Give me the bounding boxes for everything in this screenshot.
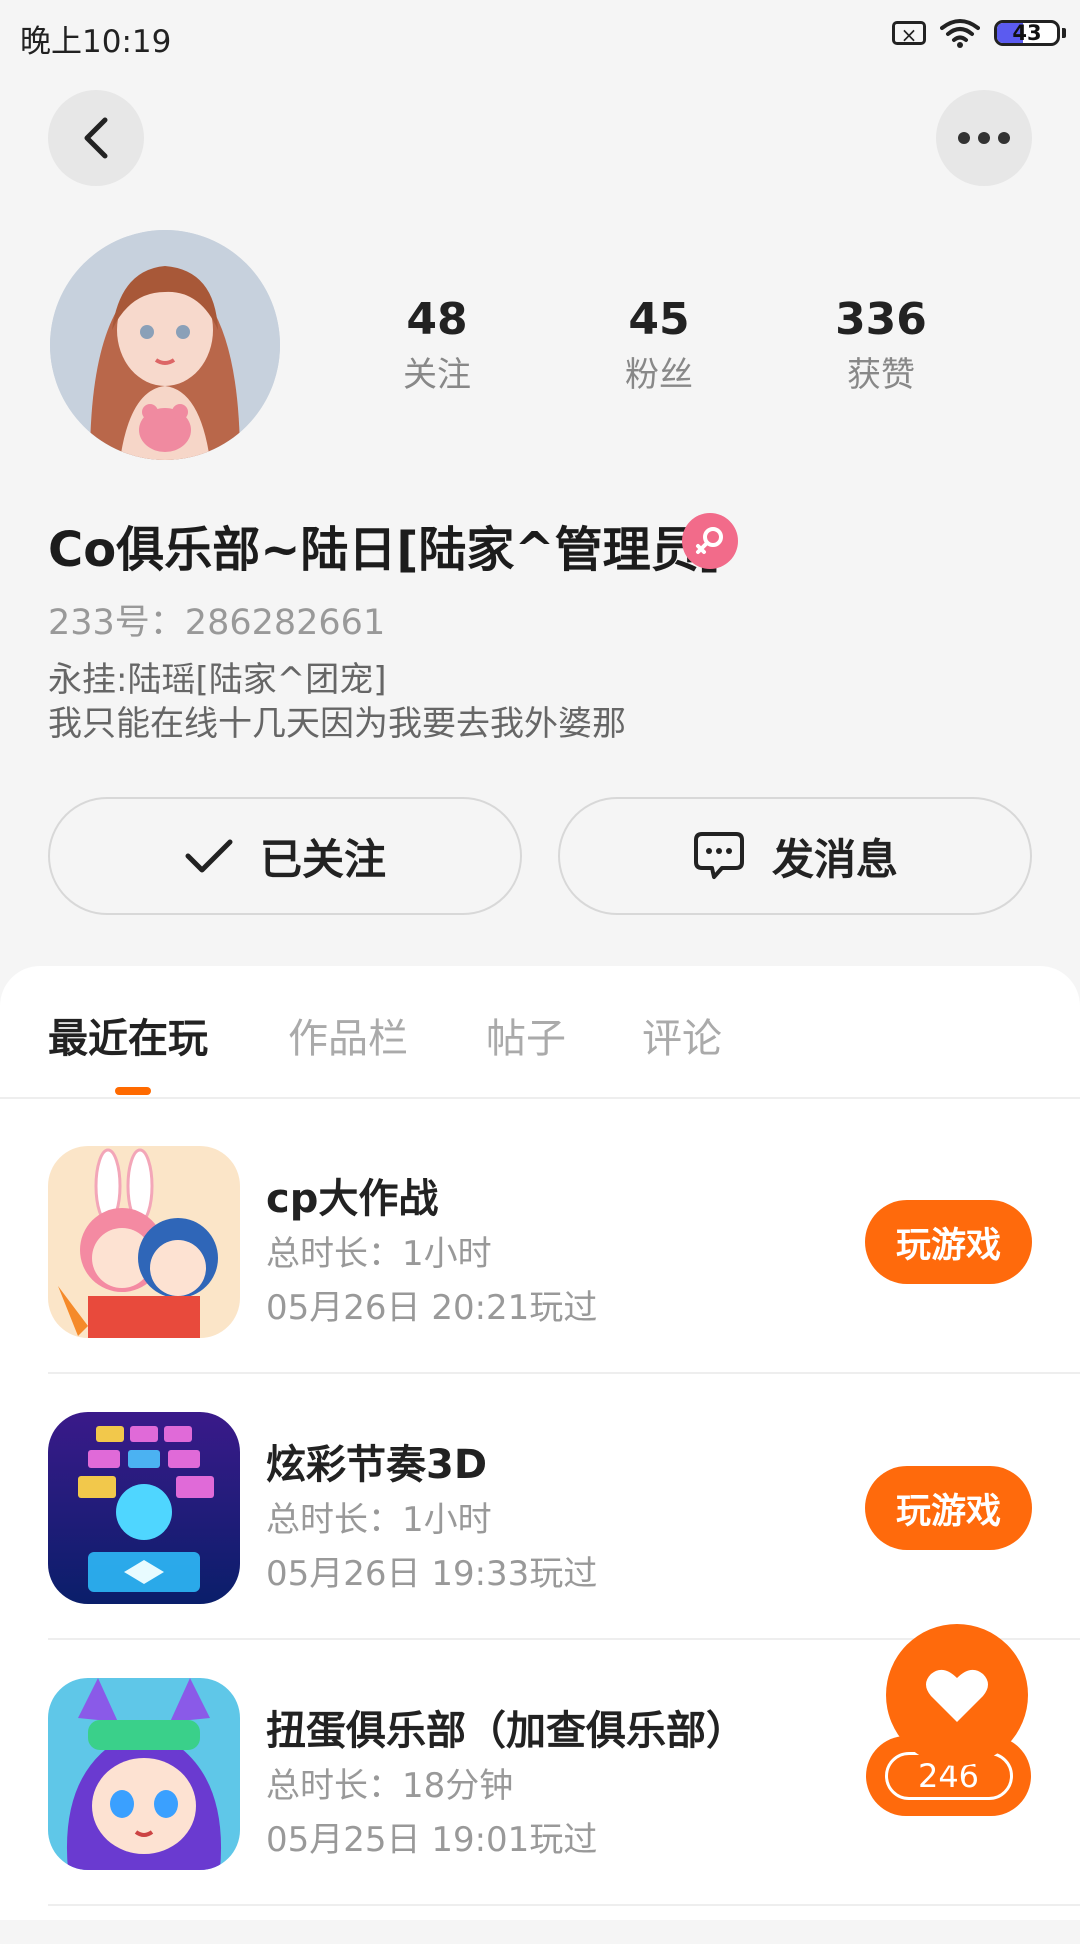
stat-label: 粉丝 <box>625 355 693 395</box>
game-last-played: 05月26日 19:33玩过 <box>266 1554 598 1594</box>
game-title: cp大作战 <box>266 1176 439 1222</box>
like-button[interactable] <box>886 1624 1028 1766</box>
play-game-button[interactable]: 玩游戏 <box>865 1466 1032 1550</box>
game-title: 炫彩节奏3D <box>266 1442 488 1488</box>
wifi-icon <box>940 19 980 48</box>
heart-icon <box>926 1669 988 1722</box>
stat-following[interactable]: 48 关注 <box>337 290 537 400</box>
more-button[interactable] <box>936 90 1032 186</box>
bio-line: 我只能在线十几天因为我要去我外婆那 <box>48 704 626 744</box>
cp-game-icon <box>48 1146 240 1338</box>
profile-name: Co俱乐部~陆日[陆家^管理员] <box>48 522 721 578</box>
tab-divider <box>0 1097 1080 1099</box>
game-last-played: 05月25日 19:01玩过 <box>266 1820 598 1860</box>
chevron-left-icon <box>84 117 108 159</box>
tab-comments[interactable]: 评论 <box>642 1006 722 1064</box>
game-last-played: 05月26日 20:21玩过 <box>266 1288 598 1328</box>
game-title: 扭蛋俱乐部（加查俱乐部） <box>266 1708 746 1754</box>
check-icon <box>185 839 233 873</box>
stat-value: 336 <box>835 294 927 345</box>
game-duration: 总时长：1小时 <box>266 1500 492 1540</box>
followed-button[interactable]: 已关注 <box>48 797 522 915</box>
stat-likes[interactable]: 336 获赞 <box>781 290 981 400</box>
rhythm-game-icon <box>48 1412 240 1604</box>
row-divider <box>48 1372 1080 1374</box>
stat-label: 获赞 <box>847 355 915 395</box>
bio: 永挂:陆瑶[陆家^团宠] 我只能在线十几天因为我要去我外婆那 <box>48 658 626 746</box>
followed-label: 已关注 <box>259 834 386 884</box>
game-row[interactable]: cp大作战 总时长：1小时 05月26日 20:21玩过 玩游戏 <box>0 1146 1080 1412</box>
game-duration: 总时长：1小时 <box>266 1234 492 1274</box>
play-game-button[interactable]: 玩游戏 <box>865 1200 1032 1284</box>
back-button[interactable] <box>48 90 144 186</box>
status-icons: × 43 <box>892 18 1066 48</box>
tab-works[interactable]: 作品栏 <box>288 1006 408 1064</box>
bio-line: 永挂:陆瑶[陆家^团宠] <box>48 660 387 700</box>
active-tab-indicator <box>115 1087 151 1095</box>
tab-recent-play[interactable]: 最近在玩 <box>48 1006 208 1064</box>
stat-value: 48 <box>406 294 468 345</box>
avatar-illustration <box>50 230 280 460</box>
chat-bubble-icon <box>693 832 744 879</box>
game-duration: 总时长：18分钟 <box>266 1766 514 1806</box>
female-icon <box>682 513 738 569</box>
no-sim-icon: × <box>892 21 926 46</box>
send-message-button[interactable]: 发消息 <box>558 797 1032 915</box>
tab-posts[interactable]: 帖子 <box>486 1006 566 1064</box>
stat-label: 关注 <box>403 355 471 395</box>
stat-followers[interactable]: 45 粉丝 <box>559 290 759 400</box>
battery-level: 43 <box>1012 21 1042 45</box>
send-message-label: 发消息 <box>771 834 898 884</box>
more-icon <box>958 132 1010 144</box>
avatar[interactable] <box>50 230 280 460</box>
user-id: 233号：286282661 <box>48 603 386 643</box>
stat-value: 45 <box>628 294 690 345</box>
gacha-game-icon <box>48 1678 240 1870</box>
row-divider <box>48 1904 1080 1906</box>
battery-tip <box>1062 28 1066 38</box>
battery-icon: 43 <box>994 20 1060 46</box>
status-time: 晚上10:19 <box>20 24 172 60</box>
